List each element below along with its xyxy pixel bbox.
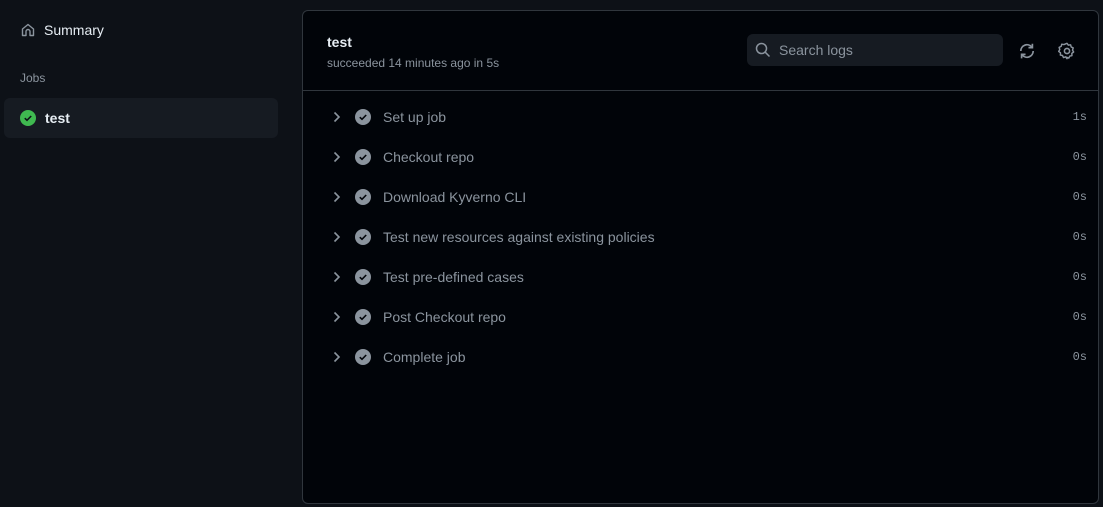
chevron-right-icon[interactable] (331, 270, 343, 284)
search-logs-input[interactable] (779, 42, 979, 58)
step-name: Post Checkout repo (383, 309, 506, 325)
job-item-test[interactable]: test (4, 98, 278, 138)
check-circle-icon (355, 229, 371, 245)
steps-list: Set up job 1s Checkout repo 0s Download Ky… (303, 91, 1098, 377)
check-circle-icon (355, 189, 371, 205)
step-row[interactable]: Test new resources against existing poli… (303, 217, 1098, 257)
chevron-right-icon[interactable] (331, 190, 343, 204)
check-circle-icon (20, 110, 36, 126)
search-logs-field[interactable] (747, 34, 1003, 66)
step-duration: 0s (1072, 310, 1087, 324)
chevron-right-icon[interactable] (331, 110, 343, 124)
step-name: Test new resources against existing poli… (383, 229, 655, 245)
chevron-right-icon[interactable] (331, 350, 343, 364)
jobs-heading: Jobs (20, 71, 46, 85)
home-icon (21, 23, 35, 37)
check-circle-icon (355, 349, 371, 365)
step-row[interactable]: Test pre-defined cases 0s (303, 257, 1098, 297)
check-circle-icon (355, 269, 371, 285)
step-row[interactable]: Checkout repo 0s (303, 137, 1098, 177)
search-icon (755, 42, 771, 58)
step-duration: 1s (1072, 110, 1087, 124)
step-row[interactable]: Download Kyverno CLI 0s (303, 177, 1098, 217)
step-name: Checkout repo (383, 149, 475, 165)
step-name: Set up job (383, 109, 447, 125)
step-duration: 0s (1072, 270, 1087, 284)
step-duration: 0s (1072, 230, 1087, 244)
step-row[interactable]: Complete job 0s (303, 337, 1098, 377)
chevron-right-icon[interactable] (331, 310, 343, 324)
step-duration: 0s (1072, 190, 1087, 204)
refresh-icon[interactable] (1018, 42, 1036, 60)
chevron-right-icon[interactable] (331, 230, 343, 244)
job-status-text: succeeded 14 minutes ago in 5s (327, 56, 500, 70)
job-log-panel: test succeeded 14 minutes ago in 5s Set … (302, 10, 1099, 504)
chevron-right-icon[interactable] (331, 150, 343, 164)
job-title: test (327, 34, 352, 50)
step-name: Complete job (383, 349, 466, 365)
job-name: test (45, 110, 70, 126)
check-circle-icon (355, 109, 371, 125)
job-header: test succeeded 14 minutes ago in 5s (303, 11, 1098, 91)
gear-icon[interactable] (1058, 42, 1076, 60)
sidebar: Summary Jobs test (0, 0, 290, 507)
step-duration: 0s (1072, 350, 1087, 364)
step-name: Download Kyverno CLI (383, 189, 527, 205)
step-duration: 0s (1072, 150, 1087, 164)
step-row[interactable]: Post Checkout repo 0s (303, 297, 1098, 337)
check-circle-icon (355, 309, 371, 325)
summary-label: Summary (44, 22, 104, 38)
step-row[interactable]: Set up job 1s (303, 97, 1098, 137)
summary-link[interactable]: Summary (20, 20, 104, 40)
check-circle-icon (355, 149, 371, 165)
step-name: Test pre-defined cases (383, 269, 524, 285)
